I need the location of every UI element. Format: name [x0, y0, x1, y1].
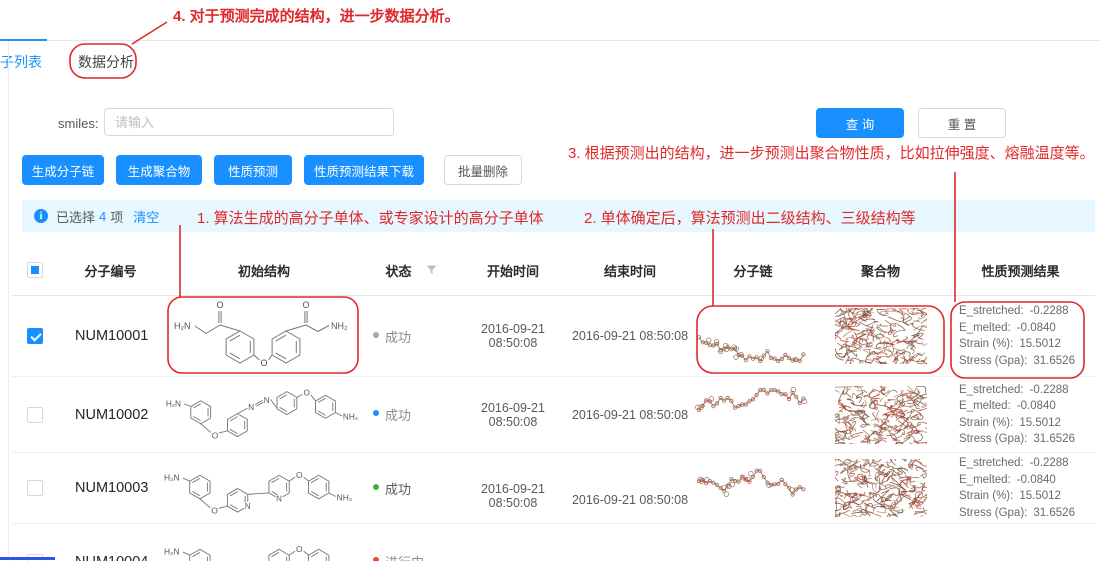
- initial-structure-image: H₂N O O O NH₂: [163, 300, 365, 372]
- molecule-id: NUM10001: [58, 328, 163, 344]
- end-time: 2016-09-21 08:50:08: [569, 329, 691, 343]
- property-results: E_stretched:-0.2288 E_melted:-0.0840 Str…: [946, 455, 1095, 521]
- annotation-step3: 3. 根据预测出的结构，进一步预测出聚合物性质，比如拉伸强度、熔融温度等。: [568, 142, 1095, 163]
- property-results: E_stretched:-0.2288 E_melted:-0.0840 Str…: [946, 382, 1095, 448]
- svg-text:O: O: [303, 388, 310, 397]
- tab-molecule-list[interactable]: 分子列表: [0, 52, 42, 72]
- generate-chain-button[interactable]: 生成分子链: [22, 155, 104, 185]
- col-property-results: 性质预测结果: [946, 261, 1095, 280]
- reset-button[interactable]: 重 置: [918, 108, 1006, 138]
- selection-suffix: 项: [110, 207, 123, 226]
- molecule-chain-image: [691, 384, 815, 446]
- annotation-step2: 2. 单体确定后，算法预测出二级结构、三级结构等: [584, 207, 916, 228]
- generate-polymer-button[interactable]: 生成聚合物: [116, 155, 202, 185]
- start-time: 2016-09-21 08:50:08: [457, 482, 569, 510]
- panel-left-border: [8, 41, 9, 561]
- bottom-tab-indicator: [0, 557, 55, 560]
- svg-text:O: O: [260, 358, 267, 368]
- molecule-id: NUM10004: [58, 554, 163, 561]
- table-row: NUM10001 H₂N O O O NH₂ 成功 2016-09-21 08:50:0…: [12, 296, 1095, 377]
- smiles-label: smiles:: [58, 116, 98, 131]
- tabbar-divider: [0, 40, 1100, 41]
- molecule-id: NUM10003: [58, 480, 163, 496]
- svg-text:N: N: [248, 402, 254, 411]
- status-text: 成功: [385, 327, 411, 346]
- col-initial-structure: 初始结构: [163, 261, 365, 280]
- svg-text:NH₂: NH₂: [343, 412, 358, 421]
- tab-data-analysis[interactable]: 数据分析: [78, 52, 134, 72]
- col-molecule-id: 分子编号: [58, 261, 163, 280]
- row-checkbox[interactable]: [27, 407, 43, 423]
- col-status: 状态: [365, 261, 457, 280]
- molecule-table: 分子编号 初始结构 状态 开始时间 结束时间 分子链 聚合物 性质预测结果 NU…: [12, 245, 1095, 561]
- start-time: 2016-09-21 08:50:08: [457, 401, 569, 429]
- svg-text:N: N: [276, 495, 282, 504]
- selection-bar: i 已选择 4 项 清空: [22, 200, 1095, 232]
- property-download-button[interactable]: 性质预测结果下载: [304, 155, 424, 185]
- polymer-image: [815, 308, 946, 364]
- svg-text:NH₂: NH₂: [337, 492, 353, 502]
- start-time: 2016-09-21 08:50:08: [457, 322, 569, 350]
- annotation-step1: 1. 算法生成的高分子单体、或专家设计的高分子单体: [197, 207, 544, 228]
- svg-text:H₂N: H₂N: [164, 546, 180, 556]
- property-results: E_stretched:-0.2288 E_melted:-0.0840 Str…: [946, 303, 1095, 369]
- table-header: 分子编号 初始结构 状态 开始时间 结束时间 分子链 聚合物 性质预测结果: [12, 245, 1095, 296]
- clear-selection-link[interactable]: 清空: [133, 207, 159, 226]
- initial-structure-image: H₂N O N N O NH₂: [163, 455, 365, 521]
- svg-text:O: O: [302, 300, 309, 310]
- svg-text:H₂N: H₂N: [164, 472, 180, 482]
- svg-text:O: O: [296, 470, 303, 480]
- table-row: NUM10002 H₂N O N N O NH₂ 成功 2016-09-21 08:50:…: [12, 377, 1095, 453]
- end-time: 2016-09-21 08:50:08: [569, 493, 691, 507]
- molecule-chain-image: [691, 305, 815, 367]
- status-dot: [373, 332, 379, 338]
- polymer-image: [815, 386, 946, 444]
- status-text: 成功: [385, 479, 411, 498]
- selection-prefix: 已选择: [56, 207, 95, 226]
- info-icon: i: [34, 209, 48, 223]
- svg-text:H₂N: H₂N: [166, 399, 181, 408]
- polymer-image: [815, 459, 946, 517]
- svg-text:O: O: [212, 431, 219, 440]
- status-text: 成功: [385, 405, 411, 424]
- svg-text:N: N: [245, 502, 251, 511]
- svg-text:N: N: [264, 396, 270, 405]
- status-text: 进行中: [385, 552, 424, 561]
- annotation-step4: 4. 对于预测完成的结构，进一步数据分析。: [173, 5, 460, 26]
- filter-icon[interactable]: [426, 265, 437, 275]
- molecule-chain-image: [691, 458, 815, 518]
- status-dot: [373, 484, 379, 490]
- col-start-time: 开始时间: [457, 261, 569, 280]
- col-end-time: 结束时间: [569, 261, 691, 280]
- status-dot: [373, 410, 379, 416]
- col-molecule-chain: 分子链: [691, 261, 815, 280]
- svg-text:O: O: [296, 544, 303, 554]
- svg-text:NH₂: NH₂: [331, 321, 348, 331]
- col-polymer: 聚合物: [815, 261, 946, 280]
- app-page: 分子列表 数据分析 smiles: 查 询 重 置 生成分子链 生成聚合物 性质…: [0, 0, 1100, 561]
- table-row: NUM10004 H₂NONNONH₂ 进行中: [12, 524, 1095, 561]
- batch-delete-button[interactable]: 批量删除: [444, 155, 522, 185]
- molecule-id: NUM10002: [58, 407, 163, 423]
- row-checkbox[interactable]: [27, 328, 43, 344]
- initial-structure-image: H₂NONNONH₂: [163, 529, 365, 561]
- svg-text:O: O: [211, 505, 218, 515]
- svg-text:H₂N: H₂N: [174, 321, 191, 331]
- select-all-checkbox[interactable]: [27, 262, 43, 278]
- selection-count: 4: [99, 209, 106, 224]
- query-button[interactable]: 查 询: [816, 108, 904, 138]
- property-predict-button[interactable]: 性质预测: [214, 155, 292, 185]
- smiles-input[interactable]: [104, 108, 394, 136]
- initial-structure-image: H₂N O N N O NH₂: [163, 382, 365, 448]
- end-time: 2016-09-21 08:50:08: [569, 408, 691, 422]
- status-dot: [373, 557, 379, 561]
- table-row: NUM10003 H₂N O N N O NH₂ 成功 2016-09-21 08:50:…: [12, 453, 1095, 524]
- row-checkbox[interactable]: [27, 480, 43, 496]
- svg-text:O: O: [216, 300, 223, 310]
